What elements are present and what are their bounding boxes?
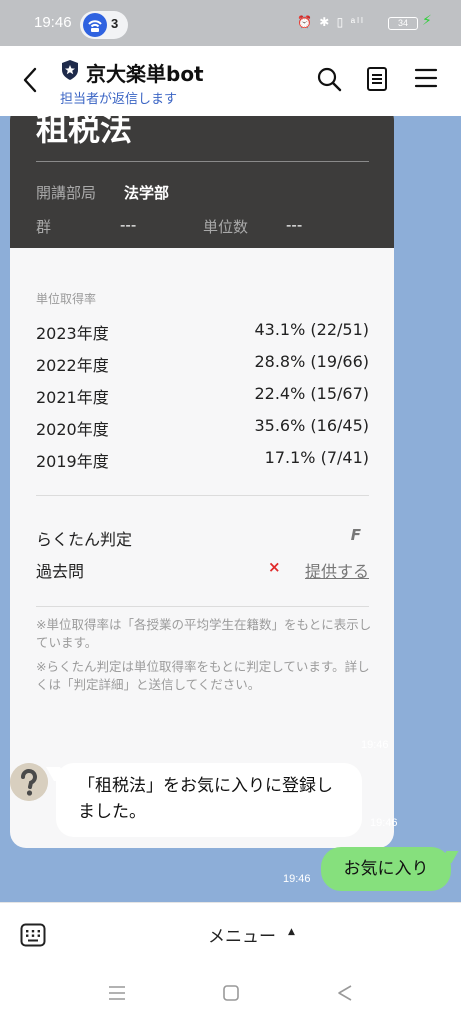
unavailable-x-icon: ×	[268, 558, 281, 576]
hamburger-icon	[414, 68, 438, 88]
official-shield-icon	[60, 59, 80, 85]
rakutan-label: らくたん判定	[36, 530, 133, 549]
notes-button[interactable]	[366, 66, 388, 96]
divider	[36, 606, 369, 607]
credits-label: 単位数	[203, 218, 249, 236]
rate-row: 2019年度 17.1% (7/41)	[36, 448, 369, 471]
rate-row: 2020年度 35.6% (16/45)	[36, 416, 369, 439]
dept-label: 開講部局	[36, 184, 97, 202]
rates-heading: 単位取得率	[36, 292, 97, 306]
keyboard-button[interactable]	[20, 923, 46, 951]
rich-menu-toggle[interactable]: メニュー	[208, 922, 276, 947]
menu-button[interactable]	[414, 66, 438, 94]
rate-value: 35.6% (16/45)	[254, 416, 369, 435]
past-exam-label: 過去問	[36, 562, 85, 581]
outgoing-message-bubble[interactable]: お気に入り	[321, 847, 451, 891]
subject-card[interactable]: 租税法 開講部局 法学部 群 --- 単位数 --- 単位取得率 2023年度 …	[10, 116, 394, 848]
status-time: 19:46	[34, 14, 72, 31]
recent-apps-icon	[109, 986, 125, 1000]
rate-year: 2022年度	[36, 356, 109, 375]
provide-past-exam-link[interactable]: 提供する	[305, 558, 369, 582]
dept-value: 法学部	[124, 184, 170, 202]
recent-apps-button[interactable]	[108, 984, 126, 1006]
chat-bottom-bar: メニュー ▲	[0, 902, 461, 964]
rate-year: 2020年度	[36, 420, 109, 439]
group-value: ---	[120, 216, 137, 234]
rate-year: 2021年度	[36, 388, 109, 407]
keyboard-icon	[20, 923, 46, 947]
hotspot-count: 3	[111, 16, 119, 31]
chevron-left-icon	[23, 67, 37, 93]
home-button[interactable]	[222, 984, 240, 1006]
message-timestamp: 19:46	[361, 739, 389, 751]
bot-avatar[interactable]	[10, 763, 48, 801]
search-icon	[317, 67, 342, 92]
charging-icon: ⚡	[422, 13, 432, 29]
header-divider	[36, 161, 369, 162]
chat-title[interactable]: 京大楽単bot	[86, 58, 204, 87]
status-bar: 19:46 3 ⏰ ✱ ▯ ᵃˡˡ 34 ⚡	[0, 0, 461, 46]
chat-header: 京大楽単bot 担当者が返信します	[0, 46, 461, 116]
rate-value: 43.1% (22/51)	[254, 320, 369, 339]
rate-row: 2022年度 28.8% (19/66)	[36, 352, 369, 375]
back-button[interactable]	[22, 66, 38, 98]
caret-up-icon[interactable]: ▲	[288, 927, 295, 937]
rate-value: 22.4% (15/67)	[254, 384, 369, 403]
rakutan-note: ※らくたん判定は単位取得率をもとに判定しています。詳しくは「判定詳細」と送信して…	[36, 659, 370, 692]
credits-value: ---	[286, 216, 303, 234]
back-triangle-icon	[338, 985, 352, 1001]
rakutan-grade: F	[350, 526, 361, 544]
incoming-message-bubble[interactable]: 「租税法」をお気に入りに登録しました。	[56, 763, 362, 837]
rate-row: 2023年度 43.1% (22/51)	[36, 320, 369, 343]
rate-value: 28.8% (19/66)	[254, 352, 369, 371]
rate-value: 17.1% (7/41)	[264, 448, 369, 467]
rate-note: ※単位取得率は「各授業の平均学生在籍数」をもとに表示しています。	[36, 617, 372, 650]
status-icons: ⏰ ✱ ▯ ᵃˡˡ	[297, 15, 365, 29]
past-exam-row: 過去問 × 提供する	[36, 558, 369, 582]
rate-year: 2023年度	[36, 324, 109, 343]
system-nav-bar	[0, 964, 461, 1024]
chat-subtitle: 担当者が返信します	[60, 92, 178, 107]
rate-row: 2021年度 22.4% (15/67)	[36, 384, 369, 407]
card-header: 租税法 開講部局 法学部 群 --- 単位数 ---	[10, 116, 394, 248]
hotspot-indicator: 3	[80, 11, 128, 39]
chat-area[interactable]: 租税法 開講部局 法学部 群 --- 単位数 --- 単位取得率 2023年度 …	[0, 116, 461, 902]
message-timestamp: 19:46	[370, 817, 398, 829]
rakutan-row: らくたん判定 F	[36, 526, 369, 550]
wifi-hotspot-icon	[83, 13, 107, 37]
question-mark-avatar-icon	[10, 763, 48, 801]
search-button[interactable]	[316, 66, 342, 96]
battery-icon: 34	[388, 17, 418, 30]
rate-year: 2019年度	[36, 452, 109, 471]
divider	[36, 495, 369, 496]
subject-title: 租税法	[36, 116, 133, 148]
home-icon	[223, 985, 239, 1001]
message-timestamp: 19:46	[283, 873, 311, 885]
note-icon	[367, 67, 387, 91]
group-label: 群	[36, 218, 52, 236]
back-nav-button[interactable]	[336, 984, 354, 1006]
